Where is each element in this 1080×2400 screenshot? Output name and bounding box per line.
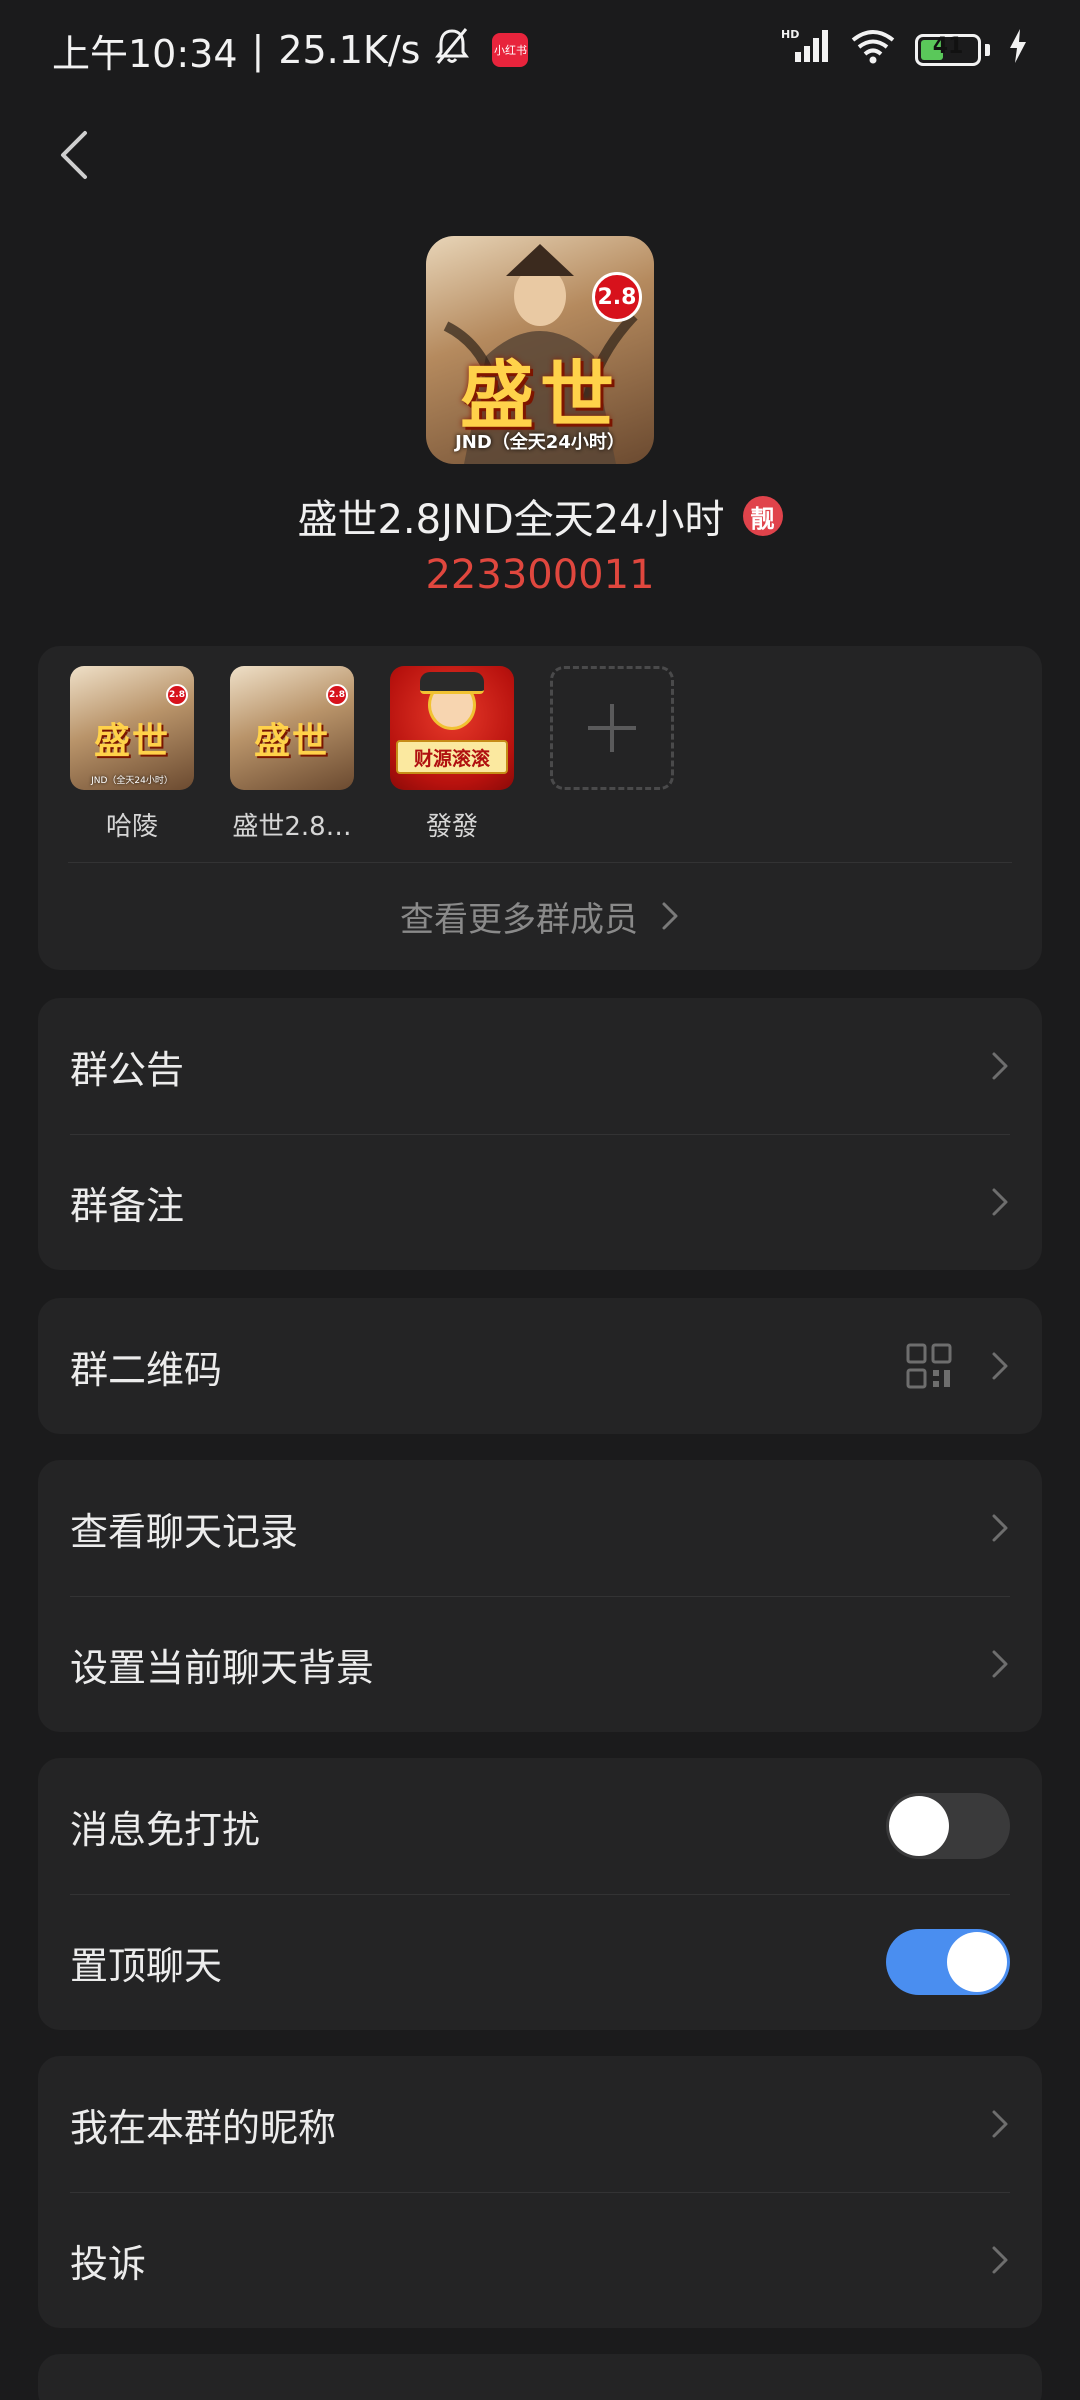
group-avatar[interactable]: 盛世 2.8 JND（全天24小时） — [426, 236, 654, 464]
chevron-right-icon — [662, 902, 678, 930]
group-remark-row[interactable]: 群备注 — [38, 1134, 1042, 1270]
group-avatar-title: 盛世 — [460, 353, 620, 439]
pin-chat-row: 置顶聊天 — [38, 1894, 1042, 2030]
group-remark-label: 群备注 — [70, 1183, 185, 1228]
group-avatar-badge: 2.8 — [592, 272, 642, 322]
group-avatar-subtitle: JND（全天24小时） — [455, 432, 625, 453]
mute-notifications-label: 消息免打扰 — [70, 1807, 261, 1852]
member-avatar-subtitle: JND（全天24小时） — [91, 776, 173, 786]
row-right — [886, 1929, 1010, 1995]
plus-icon — [588, 704, 636, 752]
member-item[interactable]: 盛世 2.8 JND（全天24小时） 哈陵 — [70, 666, 194, 843]
member-avatar-title: 盛世 — [93, 720, 170, 762]
member-name: 發發 — [425, 812, 478, 842]
member-avatar-badge: 2.8 — [166, 684, 188, 706]
members-card: 盛世 2.8 JND（全天24小时） 哈陵 盛世 2.8 盛世2.8… 财源滚滚 — [38, 646, 1042, 970]
caishen-hat — [420, 672, 484, 694]
toggle-knob — [889, 1796, 949, 1856]
next-card-partial — [38, 2354, 1042, 2400]
member-avatar-banner: 财源滚滚 — [396, 740, 508, 774]
row-right — [990, 1648, 1010, 1680]
member-name: 盛世2.8… — [232, 812, 352, 842]
network-type-label: HD — [781, 28, 799, 41]
member-avatar: 盛世 2.8 — [230, 666, 354, 790]
group-announcement-label: 群公告 — [70, 1047, 185, 1092]
member-avatar-title: 盛世 — [253, 720, 330, 762]
add-member-item[interactable] — [550, 666, 674, 843]
chat-history-row[interactable]: 查看聊天记录 — [38, 1460, 1042, 1596]
chevron-right-icon — [992, 2110, 1008, 2138]
member-avatar: 财源滚滚 — [390, 666, 514, 790]
battery-cap — [985, 44, 990, 56]
charging-icon — [1008, 28, 1028, 72]
pin-chat-label: 置顶聊天 — [70, 1943, 223, 1988]
chevron-right-icon — [992, 2246, 1008, 2274]
qr-code-icon — [906, 1343, 952, 1389]
battery-icon: 41 — [915, 34, 981, 66]
group-info-card: 群公告 群备注 — [38, 998, 1042, 1270]
pretty-number-badge: 靓 — [742, 496, 783, 536]
chevron-right-icon — [992, 1650, 1008, 1678]
chevron-right-icon — [992, 1352, 1008, 1380]
pin-chat-toggle[interactable] — [886, 1929, 1010, 1995]
row-right — [990, 1512, 1010, 1544]
member-item[interactable]: 财源滚滚 發發 — [390, 666, 514, 843]
wifi-icon — [849, 28, 897, 73]
chevron-right-icon — [992, 1052, 1008, 1080]
members-row: 盛世 2.8 JND（全天24小时） 哈陵 盛世 2.8 盛世2.8… 财源滚滚 — [70, 666, 674, 843]
group-id: 223300011 — [425, 552, 655, 598]
my-nickname-label: 我在本群的昵称 — [70, 2105, 337, 2150]
battery-percent: 41 — [932, 34, 964, 59]
xiaohongshu-app-icon: 小红书 — [492, 33, 529, 67]
group-name: 盛世2.8JND全天24小时 — [297, 497, 725, 543]
my-nickname-row[interactable]: 我在本群的昵称 — [38, 2056, 1042, 2192]
mute-notifications-toggle[interactable] — [886, 1793, 1010, 1859]
chevron-left-icon — [61, 131, 87, 179]
member-avatar: 盛世 2.8 JND（全天24小时） — [70, 666, 194, 790]
report-row[interactable]: 投诉 — [38, 2192, 1042, 2328]
toggle-knob — [947, 1932, 1007, 1992]
back-button[interactable] — [44, 120, 104, 190]
add-member-button[interactable] — [550, 666, 674, 790]
group-qr-code-row[interactable]: 群二维码 — [38, 1298, 1042, 1434]
chat-background-label: 设置当前聊天背景 — [70, 1645, 375, 1690]
member-options-card: 我在本群的昵称 投诉 — [38, 2056, 1042, 2328]
report-label: 投诉 — [70, 2241, 147, 2286]
qr-code-card: 群二维码 — [38, 1298, 1042, 1434]
status-right: HD 41 — [781, 28, 1028, 73]
mute-notifications-row: 消息免打扰 — [38, 1758, 1042, 1894]
mute-bell-icon — [434, 27, 470, 74]
signal-icon: HD — [781, 28, 831, 73]
status-bar: 上午10:34 | 25.1K/s 小红书 HD 41 — [0, 0, 1080, 100]
member-item[interactable]: 盛世 2.8 盛世2.8… — [230, 666, 354, 843]
chat-history-label: 查看聊天记录 — [70, 1509, 299, 1554]
group-settings-page: 上午10:34 | 25.1K/s 小红书 HD 41 盛世 2.8 JND（全… — [0, 0, 1080, 2400]
status-left: 上午10:34 | 25.1K/s 小红书 — [52, 23, 529, 78]
member-avatar-badge: 2.8 — [326, 684, 348, 706]
row-right — [886, 1793, 1010, 1859]
group-qr-code-label: 群二维码 — [70, 1347, 223, 1392]
row-right — [906, 1343, 1010, 1389]
chevron-right-icon — [992, 1514, 1008, 1542]
row-right — [990, 2244, 1010, 2276]
group-name-row: 盛世2.8JND全天24小时 靓 — [0, 484, 1080, 548]
row-right — [990, 2108, 1010, 2140]
chevron-right-icon — [992, 1188, 1008, 1216]
row-right — [990, 1050, 1010, 1082]
status-separator: | — [251, 28, 265, 72]
row-right — [990, 1186, 1010, 1218]
view-more-members-button[interactable]: 查看更多群成员 — [38, 862, 1042, 970]
status-time: 上午10:34 — [52, 31, 238, 76]
notification-card: 消息免打扰 置顶聊天 — [38, 1758, 1042, 2030]
group-announcement-row[interactable]: 群公告 — [38, 998, 1042, 1134]
chat-background-row[interactable]: 设置当前聊天背景 — [38, 1596, 1042, 1732]
view-more-members-label: 查看更多群成员 — [400, 899, 638, 940]
status-speed: 25.1K/s — [278, 28, 421, 72]
member-name: 哈陵 — [105, 812, 158, 842]
chat-options-card: 查看聊天记录 设置当前聊天背景 — [38, 1460, 1042, 1732]
